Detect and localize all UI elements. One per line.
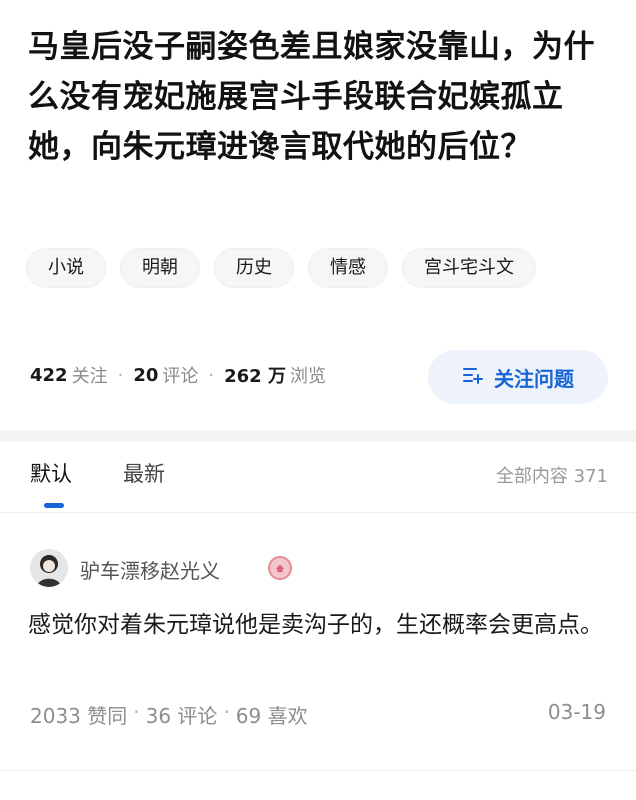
topic-tag[interactable]: 情感 — [308, 248, 388, 288]
section-divider — [0, 430, 636, 442]
stats-separator: · — [208, 364, 215, 386]
follow-question-icon — [462, 364, 484, 391]
meta-separator: · — [133, 700, 140, 724]
answer-content[interactable]: 感觉你对着朱元璋说他是卖沟子的，生还概率会更高点。 — [28, 606, 612, 644]
answer-meta: 2033 赞同 · 36 评论 · 69 喜欢 — [30, 700, 308, 729]
comments-count: 20 — [133, 364, 159, 386]
followers-label: 关注 — [71, 366, 108, 387]
followers-count: 422 — [30, 364, 68, 386]
topic-tag[interactable]: 小说 — [26, 248, 106, 288]
meta-separator: · — [223, 700, 230, 724]
topic-tag[interactable]: 明朝 — [120, 248, 200, 288]
answer-date: 03-19 — [547, 700, 606, 724]
answer-author[interactable]: 驴车漂移赵光义 — [80, 555, 220, 584]
topic-tag[interactable]: 历史 — [214, 248, 294, 288]
tab-default[interactable]: 默认 — [30, 458, 72, 488]
avatar[interactable] — [30, 549, 68, 587]
views-label: 浏览 — [289, 366, 326, 387]
views-count: 262 万 — [224, 366, 286, 387]
upvote-count[interactable]: 2033 赞同 — [30, 700, 127, 729]
topic-tags: 小说 明朝 历史 情感 宫斗宅斗文 — [26, 248, 536, 288]
all-content-count[interactable]: 全部内容 371 — [496, 462, 608, 488]
answer-divider — [0, 770, 636, 771]
question-stats: 422 关注 · 20 评论 · 262 万 浏览 — [30, 362, 326, 388]
tabs-divider — [0, 512, 636, 513]
like-count[interactable]: 69 喜欢 — [236, 700, 308, 729]
active-tab-indicator — [44, 503, 64, 508]
question-title: 马皇后没子嗣姿色差且娘家没靠山，为什么没有宠妃施展宫斗手段联合妃嫔孤立她，向朱元… — [28, 29, 595, 165]
follow-question-label: 关注问题 — [494, 366, 574, 391]
stats-separator: · — [117, 364, 124, 386]
tab-latest[interactable]: 最新 — [123, 458, 165, 488]
topic-tag[interactable]: 宫斗宅斗文 — [402, 248, 536, 288]
follow-question-button[interactable]: 关注问题 — [428, 350, 608, 404]
comment-count[interactable]: 36 评论 — [146, 700, 218, 729]
comments-label[interactable]: 评论 — [162, 362, 198, 388]
user-badge-icon — [268, 556, 292, 580]
